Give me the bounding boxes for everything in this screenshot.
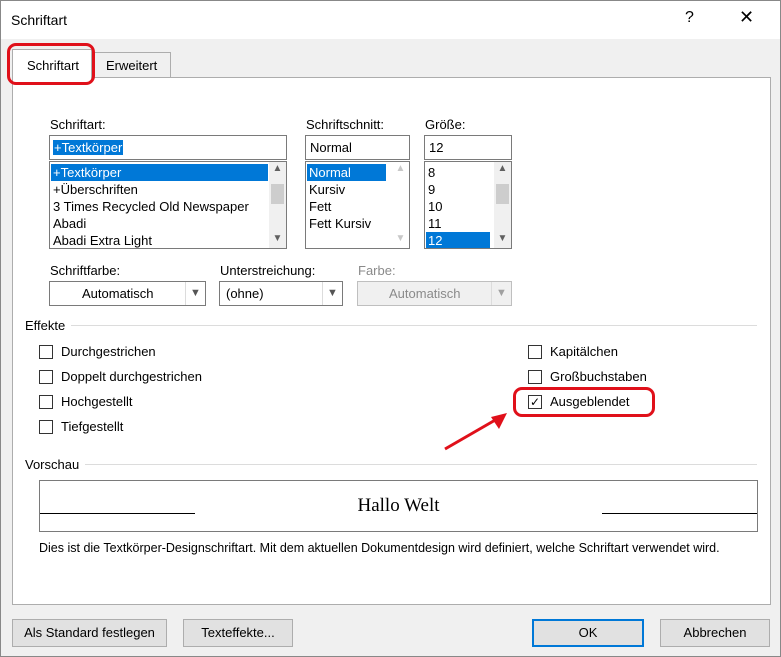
- checkbox-box[interactable]: [39, 419, 53, 434]
- cancel-button[interactable]: Abbrechen: [660, 619, 770, 647]
- checkbox-box[interactable]: [528, 344, 542, 359]
- effects-divider: [71, 325, 757, 326]
- font-list-item[interactable]: +Überschriften: [51, 181, 138, 198]
- chevron-up-icon[interactable]: ▲: [494, 163, 511, 177]
- font-list-scrollbar[interactable]: ▲ ▼: [269, 162, 286, 248]
- chevron-up-icon[interactable]: ▲: [392, 163, 409, 177]
- style-input[interactable]: Normal: [305, 135, 410, 160]
- hidden-label: Ausgeblendet: [550, 394, 630, 409]
- underline-color-value: Automatisch: [389, 286, 461, 301]
- size-label: Größe:: [425, 117, 466, 132]
- style-list-item[interactable]: Fett Kursiv: [307, 215, 371, 232]
- arrow-icon: [444, 413, 507, 451]
- size-list-item[interactable]: 12: [426, 232, 490, 248]
- underline-label: Unterstreichung:: [220, 263, 316, 278]
- font-color-select[interactable]: Automatisch ▼: [49, 281, 206, 306]
- scroll-thumb[interactable]: [496, 184, 509, 204]
- hidden-checkbox[interactable]: ✓ Ausgeblendet: [528, 394, 630, 409]
- superscript-label: Hochgestellt: [61, 394, 133, 409]
- font-label: Schriftart:: [50, 117, 106, 132]
- size-list-item[interactable]: 10: [426, 198, 442, 215]
- superscript-checkbox[interactable]: Hochgestellt: [39, 394, 133, 409]
- size-input[interactable]: 12: [424, 135, 512, 160]
- chevron-down-icon[interactable]: ▼: [494, 233, 511, 247]
- style-list-scrollbar[interactable]: ▲ ▼: [392, 162, 409, 248]
- preview-box: Hallo Welt: [39, 480, 758, 532]
- chevron-up-icon[interactable]: ▲: [269, 163, 286, 177]
- check-icon[interactable]: ✓: [528, 394, 542, 409]
- all-caps-label: Großbuchstaben: [550, 369, 647, 384]
- preview-divider: [85, 464, 757, 465]
- effects-label: Effekte: [25, 318, 66, 333]
- scroll-thumb[interactable]: [271, 184, 284, 204]
- font-dialog: Schriftart ? ✕ Schriftart Erweitert Schr…: [0, 0, 781, 657]
- size-list-item[interactable]: 11: [426, 215, 442, 232]
- tab-erweitert-label: Erweitert: [106, 58, 158, 73]
- font-list-item[interactable]: +Textkörper: [51, 164, 268, 181]
- font-color-value: Automatisch: [82, 286, 154, 301]
- title-bar: Schriftart ? ✕: [1, 1, 780, 39]
- preview-description: Dies ist die Textkörper-Designschriftart…: [39, 541, 720, 555]
- style-input-value: Normal: [310, 140, 352, 155]
- text-effects-button[interactable]: Texteffekte...: [183, 619, 293, 647]
- style-list[interactable]: Normal Kursiv Fett Fett Kursiv ▲ ▼: [305, 161, 410, 249]
- checkbox-box[interactable]: [39, 369, 53, 384]
- font-list-item[interactable]: Abadi Extra Light: [51, 232, 152, 248]
- size-list-item[interactable]: 9: [426, 181, 435, 198]
- chevron-down-icon[interactable]: ▼: [269, 233, 286, 247]
- underline-value: (ohne): [226, 286, 264, 301]
- strikethrough-label: Durchgestrichen: [61, 344, 156, 359]
- subscript-label: Tiefgestellt: [61, 419, 124, 434]
- checkbox-box[interactable]: [528, 369, 542, 384]
- font-list-item[interactable]: Abadi: [51, 215, 86, 232]
- style-list-item[interactable]: Kursiv: [307, 181, 345, 198]
- size-list-item[interactable]: 8: [426, 164, 435, 181]
- style-list-item[interactable]: Normal: [307, 164, 386, 181]
- color-label: Schriftfarbe:: [50, 263, 121, 278]
- font-input-value: +Textkörper: [53, 140, 124, 155]
- preview-label: Vorschau: [25, 457, 80, 472]
- style-list-item[interactable]: Fett: [307, 198, 331, 215]
- size-list[interactable]: 8 9 10 11 12 ▲ ▼: [424, 161, 512, 249]
- chevron-down-icon: ▼: [322, 282, 342, 305]
- underline-color-select: Automatisch ▼: [357, 281, 512, 306]
- small-caps-checkbox[interactable]: Kapitälchen: [528, 344, 618, 359]
- checkbox-box[interactable]: [39, 344, 53, 359]
- tab-schriftart-label: Schriftart: [27, 58, 80, 73]
- tab-schriftart[interactable]: Schriftart: [12, 49, 92, 81]
- underline-select[interactable]: (ohne) ▼: [219, 281, 343, 306]
- close-icon[interactable]: ✕: [739, 7, 754, 28]
- small-caps-label: Kapitälchen: [550, 344, 618, 359]
- preview-sample: Hallo Welt: [357, 495, 440, 516]
- dialog-title: Schriftart: [11, 12, 68, 28]
- style-label: Schriftschnitt:: [306, 117, 385, 132]
- strikethrough-checkbox[interactable]: Durchgestrichen: [39, 344, 156, 359]
- size-list-scrollbar[interactable]: ▲ ▼: [494, 162, 511, 248]
- checkbox-box[interactable]: [39, 394, 53, 409]
- set-default-button[interactable]: Als Standard festlegen: [12, 619, 167, 647]
- double-strikethrough-label: Doppelt durchgestrichen: [61, 369, 202, 384]
- font-input[interactable]: +Textkörper: [49, 135, 287, 160]
- help-icon[interactable]: ?: [685, 9, 694, 27]
- chevron-down-icon: ▼: [491, 282, 511, 305]
- underline-color-label: Farbe:: [358, 263, 396, 278]
- chevron-down-icon[interactable]: ▼: [392, 233, 409, 247]
- chevron-down-icon: ▼: [185, 282, 205, 305]
- font-list-item[interactable]: 3 Times Recycled Old Newspaper: [51, 198, 249, 215]
- font-list[interactable]: +Textkörper +Überschriften 3 Times Recyc…: [49, 161, 287, 249]
- all-caps-checkbox[interactable]: Großbuchstaben: [528, 369, 647, 384]
- subscript-checkbox[interactable]: Tiefgestellt: [39, 419, 123, 434]
- ok-button[interactable]: OK: [532, 619, 644, 647]
- size-input-value: 12: [429, 140, 444, 155]
- double-strikethrough-checkbox[interactable]: Doppelt durchgestrichen: [39, 369, 202, 384]
- tab-erweitert[interactable]: Erweitert: [93, 52, 171, 78]
